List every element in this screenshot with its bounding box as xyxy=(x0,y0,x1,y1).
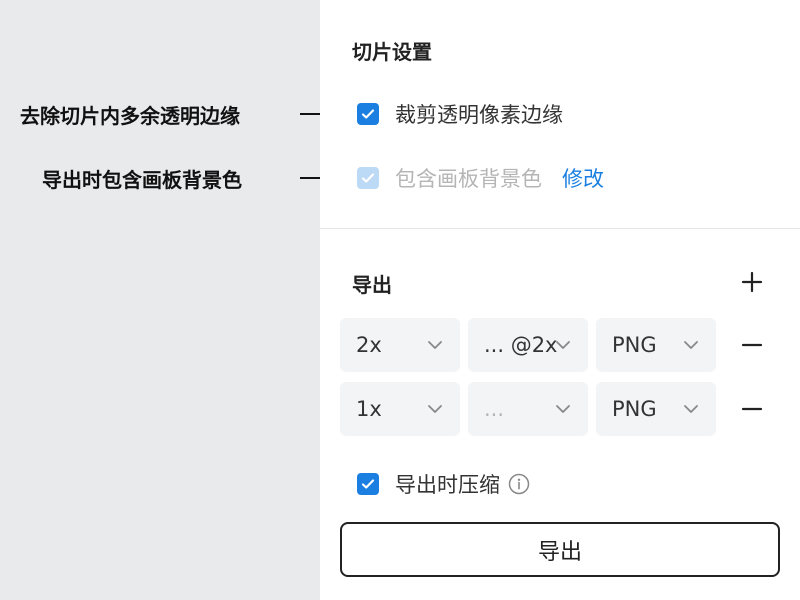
suffix-select[interactable]: ... @2x xyxy=(468,318,588,372)
minus-icon xyxy=(741,343,763,347)
suffix-value: ... xyxy=(484,397,505,421)
format-value: PNG xyxy=(612,333,657,357)
chevron-down-icon xyxy=(556,405,570,413)
export-button[interactable]: 导出 xyxy=(340,522,780,577)
format-select[interactable]: PNG xyxy=(596,318,716,372)
export-title: 导出 xyxy=(352,273,392,297)
include-bg-checkbox xyxy=(357,167,379,189)
chevron-down-icon xyxy=(428,341,442,349)
modify-link[interactable]: 修改 xyxy=(562,163,604,193)
section-divider xyxy=(320,228,800,229)
annotation-trim-text: 去除切片内多余透明边缘 xyxy=(20,103,240,128)
settings-panel xyxy=(320,0,800,600)
trim-checkbox[interactable] xyxy=(357,103,379,125)
scale-select[interactable]: 2x xyxy=(340,318,460,372)
suffix-select[interactable]: ... xyxy=(468,382,588,436)
chevron-down-icon xyxy=(556,341,570,349)
check-icon xyxy=(361,173,375,183)
compress-checkbox[interactable] xyxy=(357,473,379,495)
check-icon xyxy=(361,479,375,489)
annotation-bg-text: 导出时包含画板背景色 xyxy=(42,167,242,192)
include-bg-label: 包含画板背景色 xyxy=(395,167,542,191)
scale-value: 2x xyxy=(356,333,382,357)
add-export-button[interactable] xyxy=(738,268,766,296)
chevron-down-icon xyxy=(684,405,698,413)
info-icon[interactable] xyxy=(508,473,530,495)
format-select[interactable]: PNG xyxy=(596,382,716,436)
scale-value: 1x xyxy=(356,397,382,421)
trim-label: 裁剪透明像素边缘 xyxy=(395,103,563,127)
plus-icon xyxy=(741,271,763,293)
format-value: PNG xyxy=(612,397,657,421)
scale-select[interactable]: 1x xyxy=(340,382,460,436)
compress-label: 导出时压缩 xyxy=(395,473,500,497)
chevron-down-icon xyxy=(428,405,442,413)
minus-icon xyxy=(741,407,763,411)
remove-export-button[interactable] xyxy=(738,395,766,423)
annotation-trim: 去除切片内多余透明边缘 xyxy=(0,99,350,129)
chevron-down-icon xyxy=(684,341,698,349)
annotation-bg: 导出时包含画板背景色 xyxy=(0,163,350,193)
slice-settings-title: 切片设置 xyxy=(352,40,432,64)
trim-option-row[interactable]: 裁剪透明像素边缘 xyxy=(357,99,563,129)
include-bg-option-row: 包含画板背景色 修改 xyxy=(357,163,604,193)
suffix-value: ... @2x xyxy=(484,333,558,357)
compress-option-row[interactable]: 导出时压缩 xyxy=(357,469,530,499)
canvas-background xyxy=(0,0,320,600)
remove-export-button[interactable] xyxy=(738,331,766,359)
check-icon xyxy=(361,109,375,119)
